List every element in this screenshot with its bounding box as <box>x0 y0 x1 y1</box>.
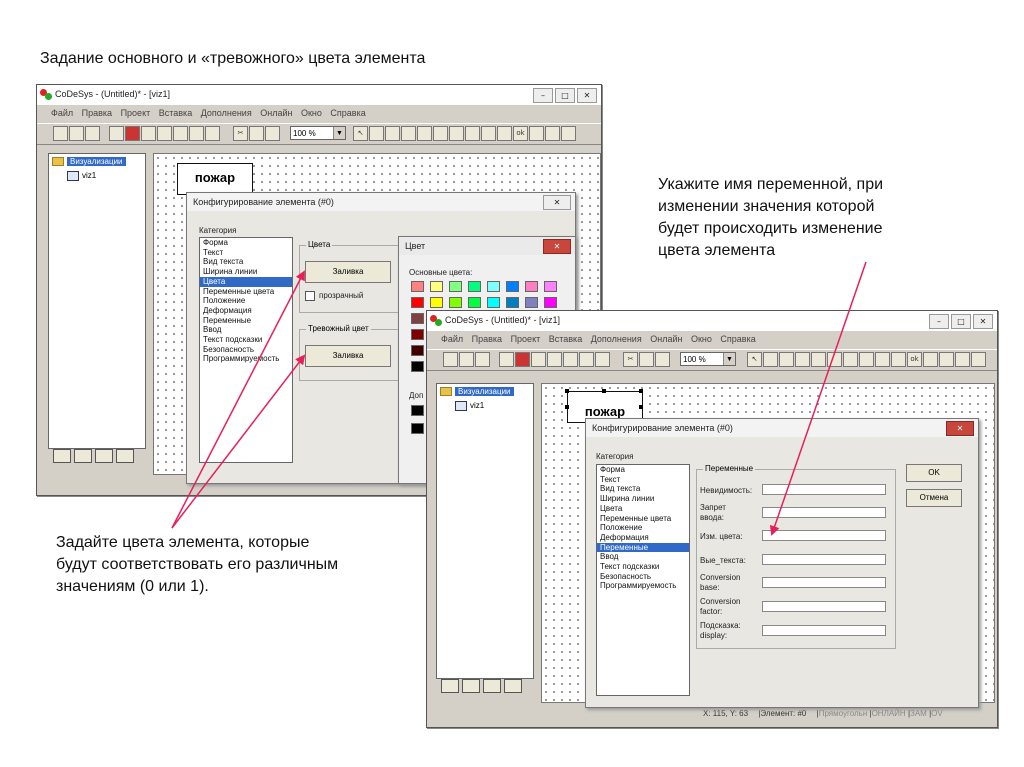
arrow-to-fill-button <box>171 270 305 529</box>
annotation-arrows <box>171 261 867 536</box>
arrow-to-alarm-fill-button <box>171 354 306 529</box>
arrow-to-change-color-field <box>769 261 867 536</box>
